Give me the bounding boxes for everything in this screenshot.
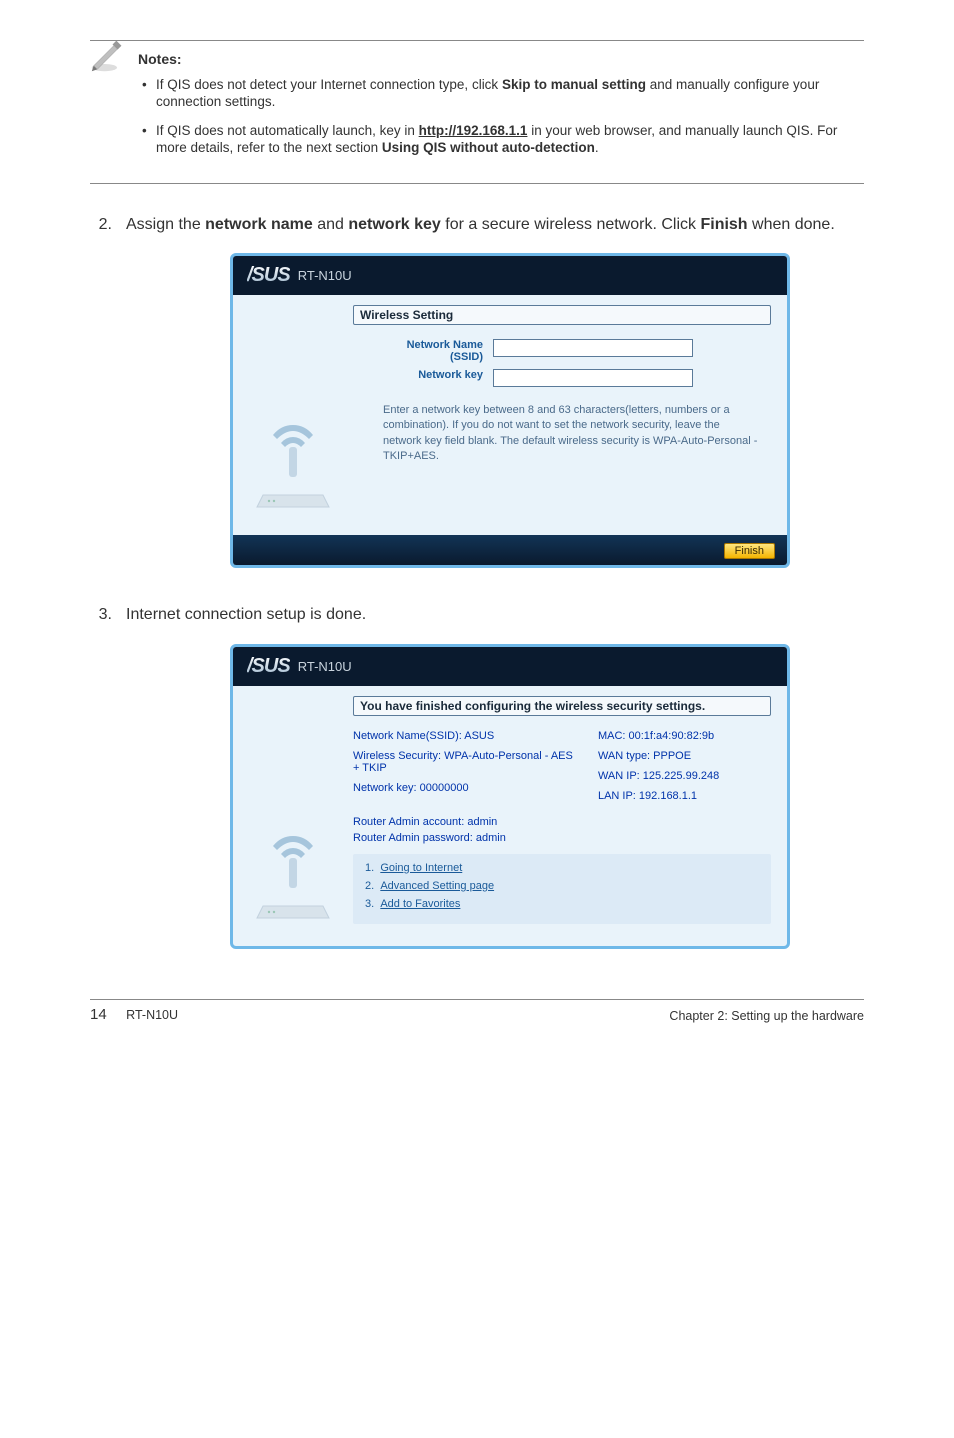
list-number: 3. — [365, 898, 374, 910]
step-bold: network name — [205, 216, 313, 233]
notes-block: Notes: If QIS does not detect your Inter… — [90, 40, 864, 184]
label-line: (SSID) — [353, 351, 483, 363]
status-wan-type: WAN type: PPPOE — [598, 750, 771, 762]
note-link: http://192.168.1.1 — [419, 123, 528, 138]
page-number: 14 — [90, 1006, 107, 1023]
router-illustration — [233, 295, 353, 535]
finish-button[interactable]: Finish — [724, 543, 775, 559]
screenshot-wireless-setting: /SUS RT-N10U Wireless Setting — [230, 253, 790, 568]
note-bold: Using QIS without auto-detection — [382, 140, 595, 155]
going-to-internet-link[interactable]: Going to Internet — [380, 862, 462, 874]
step-number: 3. — [90, 604, 112, 626]
link-item: 3. Add to Favorites — [365, 898, 759, 910]
panel-title: Wireless Setting — [353, 305, 771, 325]
step-number: 2. — [90, 214, 112, 236]
hint-text: Enter a network key between 8 and 63 cha… — [353, 393, 771, 475]
step-text: when done. — [748, 216, 835, 233]
network-key-input[interactable] — [493, 369, 693, 387]
panel-title: You have finished configuring the wirele… — [353, 696, 771, 716]
asus-logo: /SUS — [247, 655, 290, 678]
step-text: and — [313, 216, 349, 233]
note-text: If QIS does not detect your Internet con… — [156, 77, 502, 92]
screenshot-finished: /SUS RT-N10U You have finished configuri… — [230, 644, 790, 949]
status-wan-ip: WAN IP: 125.225.99.248 — [598, 770, 771, 782]
page-footer: 14 RT-N10U Chapter 2: Setting up the har… — [90, 999, 864, 1023]
status-key: Network key: 00000000 — [353, 782, 578, 794]
status-mac: MAC: 00:1f:a4:90:82:9b — [598, 730, 771, 742]
note-text: If QIS does not automatically launch, ke… — [156, 123, 419, 138]
status-security: Wireless Security: WPA-Auto-Personal - A… — [353, 750, 578, 774]
step-text: for a secure wireless network. Click — [441, 216, 701, 233]
step-bold: Finish — [700, 216, 747, 233]
status-ssid: Network Name(SSID): ASUS — [353, 730, 578, 742]
link-list: 1. Going to Internet 2. Advanced Setting… — [353, 854, 771, 924]
step-2: 2. Assign the network name and network k… — [90, 214, 864, 236]
step-3: 3. Internet connection setup is done. — [90, 604, 864, 626]
admin-password: Router Admin password: admin — [353, 832, 771, 844]
step-bold: network key — [348, 216, 440, 233]
router-model: RT-N10U — [298, 268, 352, 283]
network-key-label: Network key — [353, 369, 483, 381]
link-item: 1. Going to Internet — [365, 862, 759, 874]
advanced-setting-link[interactable]: Advanced Setting page — [380, 880, 494, 892]
router-header: /SUS RT-N10U — [233, 256, 787, 295]
note-bold: Skip to manual setting — [502, 77, 646, 92]
footer-model: RT-N10U — [126, 1008, 178, 1022]
status-lan-ip: LAN IP: 192.168.1.1 — [598, 790, 771, 802]
router-header: /SUS RT-N10U — [233, 647, 787, 686]
add-to-favorites-link[interactable]: Add to Favorites — [380, 898, 460, 910]
admin-account: Router Admin account: admin — [353, 816, 771, 828]
network-name-label: Network Name (SSID) — [353, 339, 483, 363]
footer-chapter: Chapter 2: Setting up the hardware — [669, 1009, 864, 1023]
router-model: RT-N10U — [298, 659, 352, 674]
notes-title: Notes: — [138, 51, 864, 67]
label-line: Network Name — [353, 339, 483, 351]
list-number: 2. — [365, 880, 374, 892]
step-text: Internet connection setup is done. — [126, 604, 864, 626]
note-item-2: If QIS does not automatically launch, ke… — [156, 123, 864, 157]
note-text: . — [595, 140, 599, 155]
button-bar: Finish — [233, 535, 787, 565]
step-text: Assign the — [126, 216, 205, 233]
pencil-icon — [90, 37, 126, 76]
list-number: 1. — [365, 862, 374, 874]
link-item: 2. Advanced Setting page — [365, 880, 759, 892]
asus-logo: /SUS — [247, 264, 290, 287]
network-name-input[interactable] — [493, 339, 693, 357]
note-item-1: If QIS does not detect your Internet con… — [156, 77, 864, 111]
router-illustration — [233, 686, 353, 946]
